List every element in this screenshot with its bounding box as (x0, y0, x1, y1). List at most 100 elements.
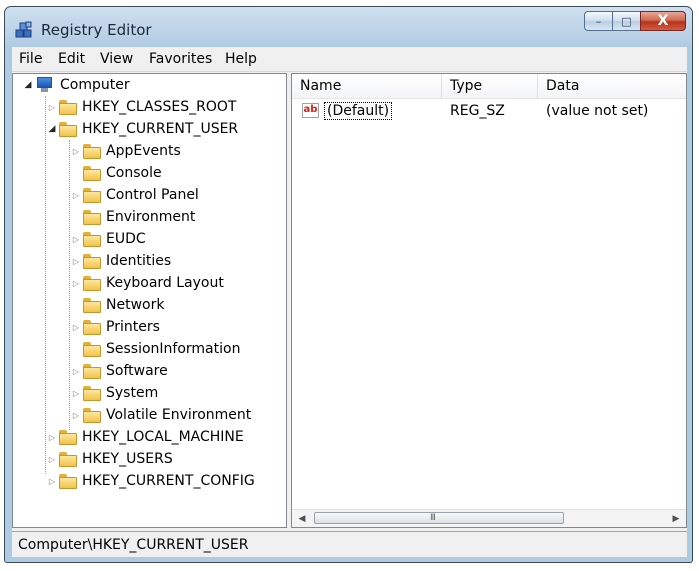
horizontal-scrollbar[interactable]: ◀ III ▶ (292, 509, 686, 527)
tree-connector-line (69, 140, 70, 430)
folder-icon (83, 253, 101, 269)
menu-file[interactable]: File (19, 51, 42, 67)
menu-edit[interactable]: Edit (58, 51, 85, 67)
expand-arrow-icon[interactable]: ▷ (71, 146, 81, 156)
scroll-right-arrow-icon[interactable]: ▶ (668, 512, 684, 525)
close-icon: X (657, 13, 669, 29)
tree-node-label: Control Panel (106, 187, 199, 203)
menu-view[interactable]: View (100, 51, 133, 67)
folder-icon (83, 319, 101, 335)
expand-arrow-icon[interactable]: ▷ (71, 256, 81, 266)
tree-node-control-panel[interactable]: ▷ Control Panel (71, 184, 199, 206)
minimize-button[interactable]: – (584, 11, 612, 31)
folder-icon (83, 385, 101, 401)
tree-node-label: HKEY_CLASSES_ROOT (82, 99, 237, 115)
expand-arrow-icon[interactable]: ▷ (71, 322, 81, 332)
tree-node-console[interactable]: Console (71, 162, 162, 184)
tree-node-label: Computer (60, 77, 130, 93)
tree-node-label: System (106, 385, 159, 401)
tree-node-label: HKEY_CURRENT_CONFIG (82, 473, 255, 489)
expand-arrow-icon[interactable]: ▷ (47, 476, 57, 486)
tree-node-label: Printers (106, 319, 160, 335)
tree-node-hkey-users[interactable]: ▷ HKEY_USERS (47, 448, 173, 470)
tree-node-eudc[interactable]: ▷ EUDC (71, 228, 146, 250)
values-list-pane[interactable]: Name Type Data ab (Default) REG_SZ (valu… (291, 73, 687, 528)
tree-node-label: Environment (106, 209, 196, 225)
tree-node-label: Volatile Environment (106, 407, 252, 423)
tree-node-computer[interactable]: ◢ Computer (23, 74, 130, 96)
tree-node-volatile-environment[interactable]: ▷ Volatile Environment (71, 404, 251, 426)
scroll-left-arrow-icon[interactable]: ◀ (294, 512, 310, 525)
column-header-row: Name Type Data (292, 74, 686, 99)
tree-node-system[interactable]: ▷ System (71, 382, 158, 404)
value-type: REG_SZ (450, 103, 505, 119)
tree-connector-line (45, 96, 46, 474)
collapse-arrow-icon[interactable]: ◢ (47, 124, 57, 134)
tree-node-network[interactable]: Network (71, 294, 164, 316)
column-header-label: Data (546, 78, 580, 94)
value-row-default[interactable]: ab (Default) REG_SZ (value not set) (292, 100, 686, 122)
tree-node-label: Keyboard Layout (106, 275, 224, 291)
expand-arrow-icon[interactable]: ▷ (71, 366, 81, 376)
expand-arrow-icon[interactable]: ▷ (71, 388, 81, 398)
column-header-type[interactable]: Type (442, 74, 538, 98)
tree-node-sessioninformation[interactable]: SessionInformation (71, 338, 240, 360)
folder-icon (83, 165, 101, 181)
tree-node-keyboard-layout[interactable]: ▷ Keyboard Layout (71, 272, 224, 294)
tree-node-printers[interactable]: ▷ Printers (71, 316, 160, 338)
collapse-arrow-icon[interactable]: ◢ (23, 80, 33, 90)
computer-icon (35, 76, 55, 94)
column-header-data[interactable]: Data (538, 74, 686, 98)
tree-node-label: EUDC (106, 231, 146, 247)
tree-node-label: HKEY_LOCAL_MACHINE (82, 429, 244, 445)
menu-favorites[interactable]: Favorites (149, 51, 212, 67)
tree-node-label: HKEY_USERS (82, 451, 173, 467)
menu-help[interactable]: Help (225, 51, 257, 67)
expand-arrow-icon[interactable]: ▷ (71, 410, 81, 420)
close-button[interactable]: X (640, 11, 686, 31)
folder-icon (59, 99, 77, 115)
column-header-label: Name (300, 78, 342, 94)
expand-arrow-icon[interactable]: ▷ (71, 190, 81, 200)
registry-editor-window: Registry Editor – □ X File Edit View Fav… (4, 6, 693, 563)
maximize-button[interactable]: □ (612, 11, 640, 31)
folder-icon (59, 121, 77, 137)
folder-icon (83, 275, 101, 291)
registry-editor-icon (15, 21, 32, 38)
tree-node-label: Network (106, 297, 165, 313)
tree-node-identities[interactable]: ▷ Identities (71, 250, 171, 272)
expand-arrow-icon[interactable]: ▷ (71, 234, 81, 244)
expand-arrow-icon[interactable]: ▷ (47, 454, 57, 464)
folder-icon (83, 209, 101, 225)
title-bar[interactable]: Registry Editor – □ X (5, 7, 692, 47)
tree-node-hkey-current-user[interactable]: ◢ HKEY_CURRENT_USER (47, 118, 239, 140)
tree-node-hkey-local-machine[interactable]: ▷ HKEY_LOCAL_MACHINE (47, 426, 244, 448)
folder-icon (59, 473, 77, 489)
tree-node-label: Software (106, 363, 168, 379)
column-header-name[interactable]: Name (292, 74, 442, 98)
string-value-icon: ab (302, 103, 319, 118)
tree-node-software[interactable]: ▷ Software (71, 360, 168, 382)
expand-arrow-icon[interactable]: ▷ (71, 278, 81, 288)
tree-node-label: HKEY_CURRENT_USER (82, 121, 239, 137)
client-area: File Edit View Favorites Help ◢ Computer… (12, 47, 687, 557)
tree-node-hkey-current-config[interactable]: ▷ HKEY_CURRENT_CONFIG (47, 470, 255, 492)
key-tree-pane[interactable]: ◢ Computer ▷ HKEY_CLASSES_ROOT ◢ HKEY_CU… (12, 73, 287, 528)
folder-icon (59, 429, 77, 445)
expand-arrow-icon[interactable]: ▷ (47, 432, 57, 442)
column-header-label: Type (450, 78, 483, 94)
folder-icon (83, 341, 101, 357)
tree-node-hkey-classes-root[interactable]: ▷ HKEY_CLASSES_ROOT (47, 96, 236, 118)
caption-buttons: – □ X (584, 11, 686, 33)
tree-node-appevents[interactable]: ▷ AppEvents (71, 140, 181, 162)
maximize-icon: □ (621, 14, 632, 28)
expand-arrow-icon[interactable]: ▷ (47, 102, 57, 112)
tree-node-environment[interactable]: Environment (71, 206, 195, 228)
scroll-grip-icon: III (430, 513, 436, 523)
scroll-thumb[interactable]: III (314, 512, 564, 524)
folder-icon (83, 231, 101, 247)
minimize-icon: – (595, 14, 602, 28)
